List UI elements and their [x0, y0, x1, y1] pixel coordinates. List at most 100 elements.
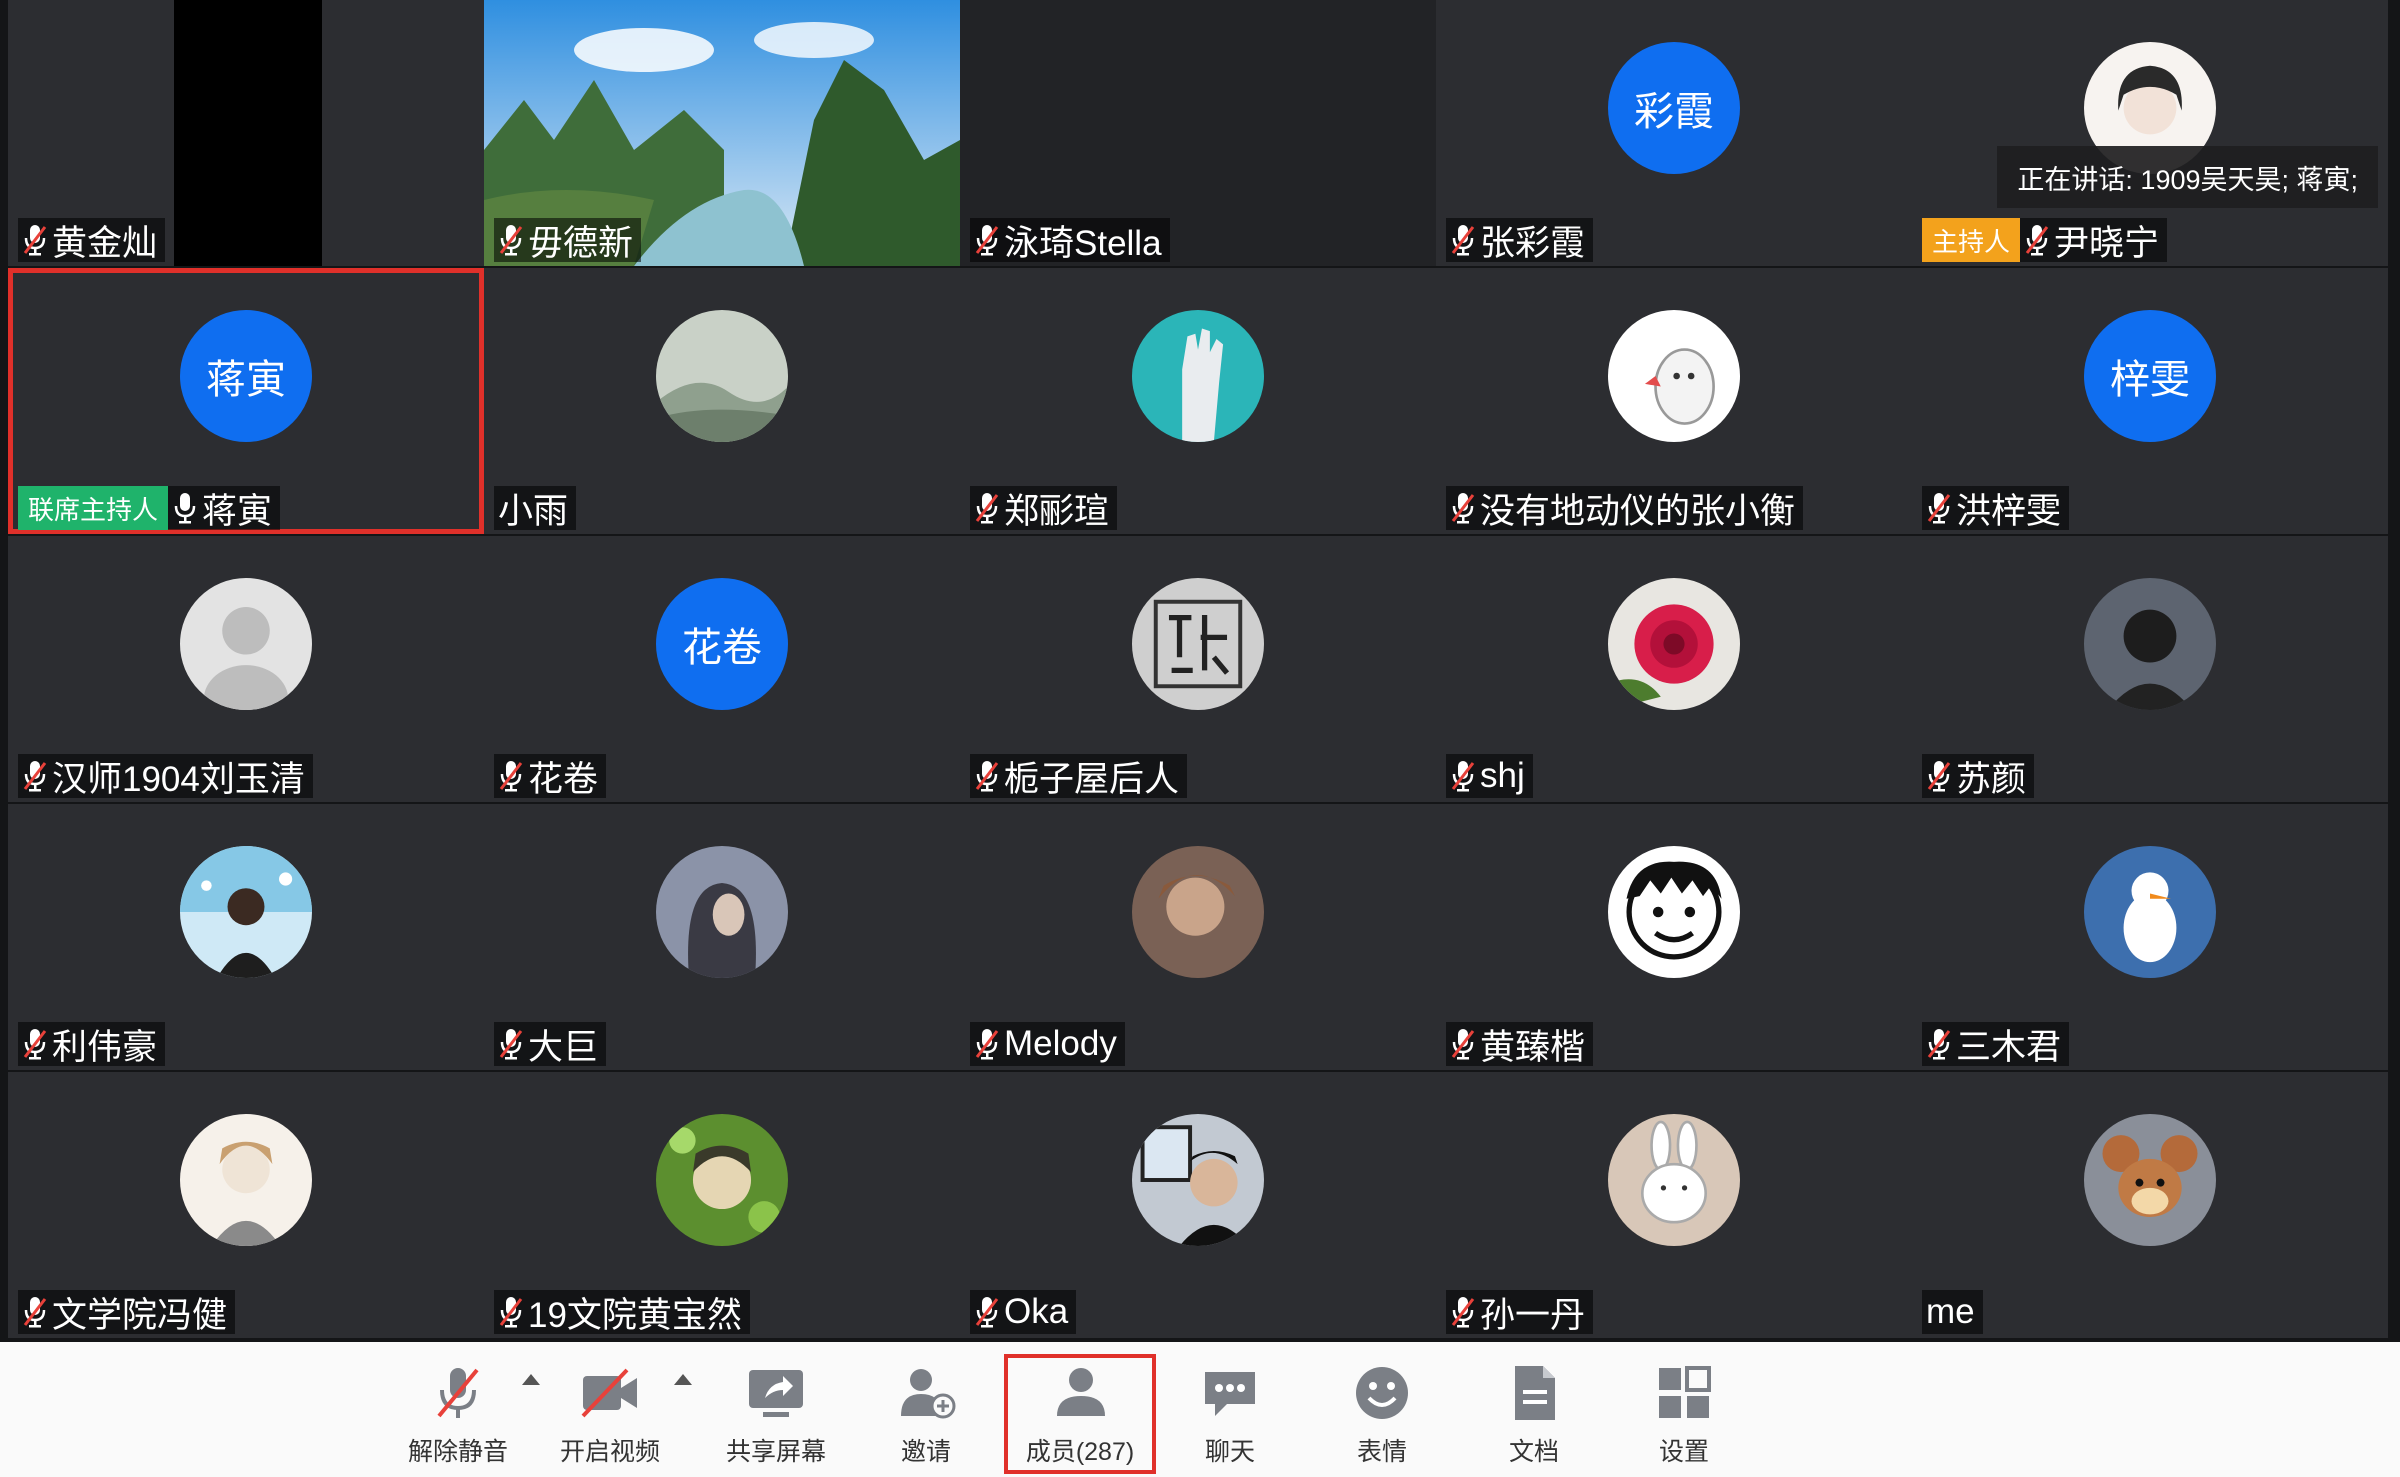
participant-tile[interactable]: 彩霞 张彩霞 — [1436, 0, 1912, 266]
mic-muted-icon — [975, 225, 999, 256]
participant-tile[interactable]: 栀子屋后人 — [960, 536, 1436, 802]
mic-muted-icon — [1451, 1029, 1475, 1060]
mic-muted-icon — [1451, 761, 1475, 792]
participant-tile[interactable]: me — [1912, 1072, 2388, 1338]
video-grid: 黄金灿 毋德新 泳琦Stella 彩霞 张彩霞 主持人 尹晓宁 蒋寅 联席主持人 蒋寅 小雨 郑彨瑄没… — [0, 0, 2400, 1342]
toolbar-label: 共享屏幕 — [725, 1438, 826, 1466]
participant-name: 尹晓宁 — [2054, 223, 2160, 263]
mic-muted-icon — [499, 1029, 523, 1060]
avatar — [1608, 578, 1740, 710]
role-badge: 联席主持人 — [18, 486, 169, 530]
participant-tile[interactable]: 孙一丹 — [1436, 1072, 1912, 1338]
participant-tile[interactable]: 泳琦Stella — [960, 0, 1436, 266]
role-badge: 主持人 — [1922, 218, 2021, 262]
avatar — [656, 310, 788, 442]
settings-button[interactable]: 设置 — [1614, 1360, 1754, 1468]
video-off-button[interactable]: 开启视频 — [540, 1360, 680, 1468]
mic-off-button[interactable]: 解除静音 — [388, 1360, 528, 1468]
participant-tile[interactable]: Oka — [960, 1072, 1436, 1338]
invite-button[interactable]: 邀请 — [856, 1360, 996, 1468]
mic-icon — [174, 493, 196, 524]
participant-tile[interactable]: 利伟豪 — [8, 804, 484, 1070]
participant-tile[interactable]: 花卷 花卷 — [484, 536, 960, 802]
participant-name: 孙一丹 — [1480, 1295, 1586, 1335]
mic-muted-icon — [975, 761, 999, 792]
participant-tile[interactable]: shj — [1436, 536, 1912, 802]
mic-muted-icon — [23, 1297, 47, 1328]
participant-tile[interactable]: 19文院黄宝然 — [484, 1072, 960, 1338]
participant-tile[interactable]: 小雨 — [484, 268, 960, 534]
name-bar: 孙一丹 — [1446, 1290, 1594, 1335]
avatar — [656, 846, 788, 978]
invite-icon — [901, 1369, 956, 1419]
participant-tile[interactable]: Melody — [960, 804, 1436, 1070]
participant-tile[interactable]: 三木君 — [1912, 804, 2388, 1070]
avatar — [1608, 310, 1740, 442]
participant-name: 栀子屋后人 — [1004, 759, 1180, 799]
participant-name: 黄臻楷 — [1480, 1027, 1586, 1067]
participant-name: 郑彨瑄 — [1004, 491, 1110, 531]
mic-muted-icon — [975, 1297, 999, 1328]
emoji-icon — [1356, 1367, 1408, 1419]
caret-up-icon[interactable] — [674, 1374, 692, 1385]
name-bar: 洪梓雯 — [1922, 486, 2070, 531]
participant-name: 文学院冯健 — [52, 1295, 228, 1335]
participant-tile[interactable]: 大巨 — [484, 804, 960, 1070]
avatar: 彩霞 — [1608, 42, 1740, 174]
name-bar: 张彩霞 — [1446, 218, 1594, 263]
name-bar: me — [1922, 1290, 1983, 1334]
avatar: 梓雯 — [2084, 310, 2216, 442]
name-bar: 花卷 — [494, 754, 607, 799]
toolbar-label: 聊天 — [1204, 1438, 1255, 1466]
participant-tile[interactable]: 文学院冯健 — [8, 1072, 484, 1338]
mic-muted-icon — [975, 1029, 999, 1060]
name-bar: 泳琦Stella — [970, 218, 1170, 263]
mic-muted-icon — [975, 493, 999, 524]
participant-name: me — [1926, 1292, 1975, 1331]
participant-tile[interactable]: 郑彨瑄 — [960, 268, 1436, 534]
mic-muted-icon — [23, 761, 47, 792]
name-bar: 文学院冯健 — [18, 1290, 236, 1335]
participant-name: 没有地动仪的张小衡 — [1480, 491, 1796, 531]
participant-name: 泳琦Stella — [1004, 223, 1162, 263]
name-bar: 黄臻楷 — [1446, 1022, 1594, 1067]
participant-tile[interactable]: 黄金灿 — [8, 0, 484, 266]
members-icon — [1057, 1368, 1105, 1416]
participant-tile[interactable]: 汉师1904刘玉清 — [8, 536, 484, 802]
participant-name: 大巨 — [528, 1027, 599, 1067]
participant-name: 花卷 — [528, 759, 599, 799]
participant-name: Melody — [1004, 1024, 1117, 1063]
chat-button[interactable]: 聊天 — [1160, 1360, 1300, 1468]
avatar — [1608, 1114, 1740, 1246]
avatar — [180, 846, 312, 978]
participant-name: shj — [1480, 756, 1525, 795]
participant-tile[interactable]: 蒋寅 联席主持人 蒋寅 — [8, 268, 484, 534]
toolbar-label: 开启视频 — [559, 1438, 660, 1466]
emoji-button[interactable]: 表情 — [1312, 1360, 1452, 1468]
toolbar-label: 解除静音 — [407, 1438, 508, 1466]
name-bar: shj — [1446, 754, 1533, 798]
participant-name: 苏颜 — [1956, 759, 2027, 799]
video-off-icon — [581, 1368, 637, 1418]
mic-muted-icon — [1927, 761, 1951, 792]
members-button[interactable]: 成员(287) — [1004, 1354, 1156, 1474]
participant-tile[interactable]: 毋德新 — [484, 0, 960, 266]
participant-tile[interactable]: 梓雯 洪梓雯 — [1912, 268, 2388, 534]
name-bar: 利伟豪 — [18, 1022, 166, 1067]
name-bar: 郑彨瑄 — [970, 486, 1118, 531]
participant-tile[interactable]: 苏颜 — [1912, 536, 2388, 802]
name-bar: 苏颜 — [1922, 754, 2035, 799]
name-bar: 没有地动仪的张小衡 — [1446, 486, 1804, 531]
mic-muted-icon — [499, 1297, 523, 1328]
participant-tile[interactable]: 没有地动仪的张小衡 — [1436, 268, 1912, 534]
participant-name: 19文院黄宝然 — [528, 1295, 742, 1335]
participant-tile[interactable]: 主持人 尹晓宁 — [1912, 0, 2388, 266]
share-screen-button[interactable]: 共享屏幕 — [706, 1360, 846, 1468]
name-bar: 19文院黄宝然 — [494, 1290, 750, 1335]
mic-muted-icon — [499, 761, 523, 792]
name-bar: 汉师1904刘玉清 — [18, 754, 313, 799]
name-bar: 小雨 — [494, 486, 577, 531]
document-button[interactable]: 文档 — [1464, 1360, 1604, 1468]
participant-tile[interactable]: 黄臻楷 — [1436, 804, 1912, 1070]
caret-up-icon[interactable] — [522, 1374, 540, 1385]
